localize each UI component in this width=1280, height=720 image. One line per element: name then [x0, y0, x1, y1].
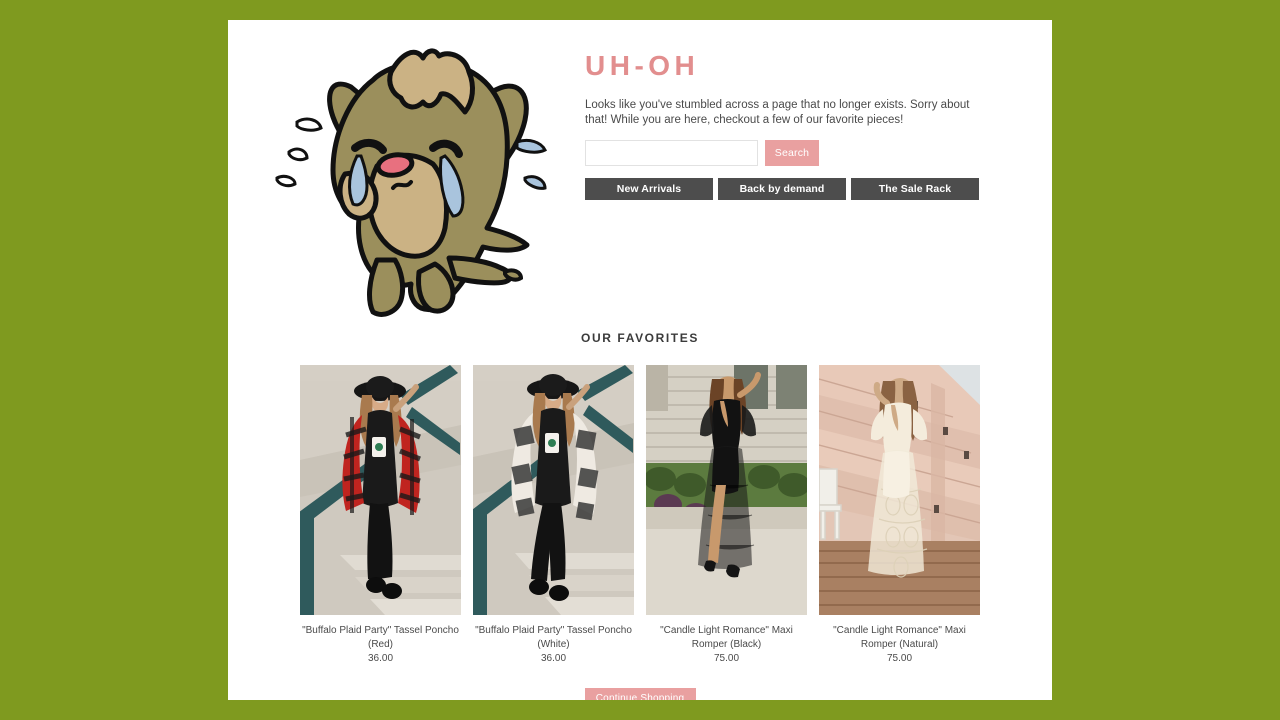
product-price: 75.00 [713, 653, 740, 664]
product-image[interactable] [819, 365, 980, 615]
continue-shopping-button[interactable]: Continue Shopping [584, 687, 696, 700]
error-message: Looks like you've stumbled across a page… [585, 99, 970, 126]
product-card[interactable]: "Buffalo Plaid Party" Tassel Poncho (Whi… [473, 365, 634, 666]
product-price: 75.00 [886, 653, 913, 664]
product-card[interactable]: "Candle Light Romance" Maxi Romper (Natu… [819, 365, 980, 666]
product-grid: "Buffalo Plaid Party" Tassel Poncho (Red… [228, 345, 1052, 666]
product-image[interactable] [646, 365, 807, 615]
product-price: 36.00 [540, 653, 567, 664]
product-price: 36.00 [367, 653, 394, 664]
product-title: "Candle Light Romance" Maxi Romper (Blac… [660, 625, 793, 650]
continue-shopping-wrapper: Continue Shopping [228, 666, 1052, 700]
error-content: UH-OH Looks like you've stumbled across … [585, 48, 985, 200]
product-card[interactable]: "Candle Light Romance" Maxi Romper (Blac… [646, 365, 807, 666]
crying-dog-illustration [273, 32, 573, 322]
new-arrivals-button[interactable]: New Arrivals [585, 178, 713, 200]
search-input[interactable] [585, 140, 758, 166]
product-title: "Buffalo Plaid Party" Tassel Poncho (Whi… [475, 625, 632, 650]
favorites-heading: OUR FAVORITES [581, 331, 699, 345]
product-card[interactable]: "Buffalo Plaid Party" Tassel Poncho (Red… [300, 365, 461, 666]
product-image[interactable] [300, 365, 461, 615]
quick-links: New Arrivals Back by demand The Sale Rac… [585, 178, 985, 200]
search-form: Search [585, 140, 985, 166]
error-section: UH-OH Looks like you've stumbled across … [228, 20, 1052, 317]
back-by-demand-button[interactable]: Back by demand [718, 178, 846, 200]
page-title: UH-OH [585, 50, 700, 81]
product-title: "Buffalo Plaid Party" Tassel Poncho (Red… [302, 625, 459, 650]
product-title: "Candle Light Romance" Maxi Romper (Natu… [833, 625, 966, 650]
page-card: UH-OH Looks like you've stumbled across … [228, 20, 1052, 700]
favorites-section: OUR FAVORITES "Buffalo Plaid Party" Tass… [228, 320, 1052, 700]
search-button[interactable]: Search [765, 140, 819, 166]
product-image[interactable] [473, 365, 634, 615]
the-sale-rack-button[interactable]: The Sale Rack [851, 178, 979, 200]
